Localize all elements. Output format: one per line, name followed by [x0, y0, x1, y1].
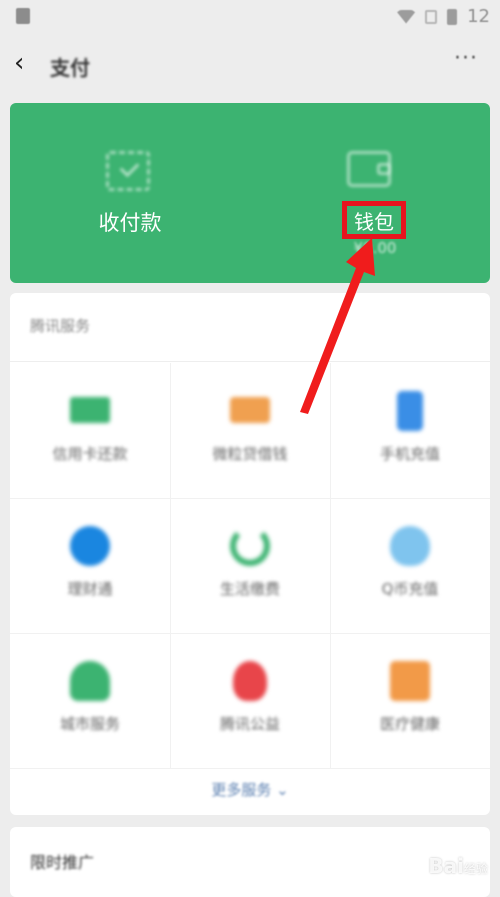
wifi-icon	[397, 9, 416, 24]
watermark: Bai经验	[428, 854, 488, 878]
qcoin-icon	[390, 526, 430, 566]
wallet-balance: ¥0.00	[353, 239, 397, 257]
service-label: 腾讯公益	[219, 715, 280, 733]
wallet-icon[interactable]	[347, 151, 391, 187]
service-label: 信用卡还款	[52, 445, 128, 463]
receive-pay-icon[interactable]	[106, 151, 150, 191]
service-wealth[interactable]: 理财通	[10, 498, 170, 633]
service-label: 城市服务	[59, 715, 120, 733]
status-icons: 12	[397, 6, 490, 27]
service-medical[interactable]: 医疗健康	[330, 633, 490, 768]
city-service-icon	[70, 661, 110, 701]
status-bar: 12	[0, 0, 500, 34]
signal-icon	[425, 9, 438, 24]
services-card: 腾讯服务 信用卡还款 微粒贷借钱 手机充值 理财通 生活缴费 Q币充值 城市服务…	[10, 293, 490, 815]
receive-pay-button[interactable]: 收付款	[70, 207, 190, 237]
phone-icon	[397, 391, 423, 431]
services-section-title: 腾讯服务	[30, 317, 91, 335]
service-label: Q币充值	[381, 580, 439, 598]
service-label: 理财通	[67, 580, 113, 598]
wallet-highlight-box: 钱包	[342, 201, 406, 239]
wealth-icon	[70, 526, 110, 566]
more-icon[interactable]: ···	[454, 46, 478, 71]
wallet-card: 收付款 钱包 ¥0.00	[10, 103, 490, 283]
notification-icon	[16, 8, 30, 24]
service-label: 微粒贷借钱	[212, 445, 288, 463]
service-loan[interactable]: 微粒贷借钱	[170, 363, 330, 498]
wallet-button[interactable]: 钱包	[354, 206, 394, 235]
service-label: 医疗健康	[379, 715, 440, 733]
header: ‹ 支付 ···	[0, 40, 500, 90]
status-time: 12	[467, 6, 490, 27]
credit-card-icon	[70, 397, 110, 423]
watermark-text: Bai	[428, 854, 464, 878]
service-credit-card[interactable]: 信用卡还款	[10, 363, 170, 498]
watermark-suffix: 经验	[463, 862, 488, 876]
battery-icon	[447, 8, 458, 25]
more-services-button[interactable]: 更多服务 ⌄	[10, 779, 490, 800]
service-label: 生活缴费	[219, 580, 280, 598]
service-qcoin[interactable]: Q币充值	[330, 498, 490, 633]
page-title: 支付	[50, 56, 90, 80]
service-life-pay[interactable]: 生活缴费	[170, 498, 330, 633]
promo-card: 限时推广	[10, 827, 490, 897]
service-phone-topup[interactable]: 手机充值	[330, 363, 490, 498]
life-pay-icon	[230, 526, 270, 566]
services-grid: 信用卡还款 微粒贷借钱 手机充值 理财通 生活缴费 Q币充值 城市服务 腾讯公益…	[10, 363, 490, 769]
charity-icon	[233, 661, 267, 701]
service-label: 手机充值	[379, 445, 440, 463]
loan-icon	[230, 397, 270, 423]
promo-title: 限时推广	[30, 853, 95, 872]
back-icon[interactable]: ‹	[14, 48, 24, 78]
service-city[interactable]: 城市服务	[10, 633, 170, 768]
medical-icon	[390, 661, 430, 701]
service-charity[interactable]: 腾讯公益	[170, 633, 330, 768]
